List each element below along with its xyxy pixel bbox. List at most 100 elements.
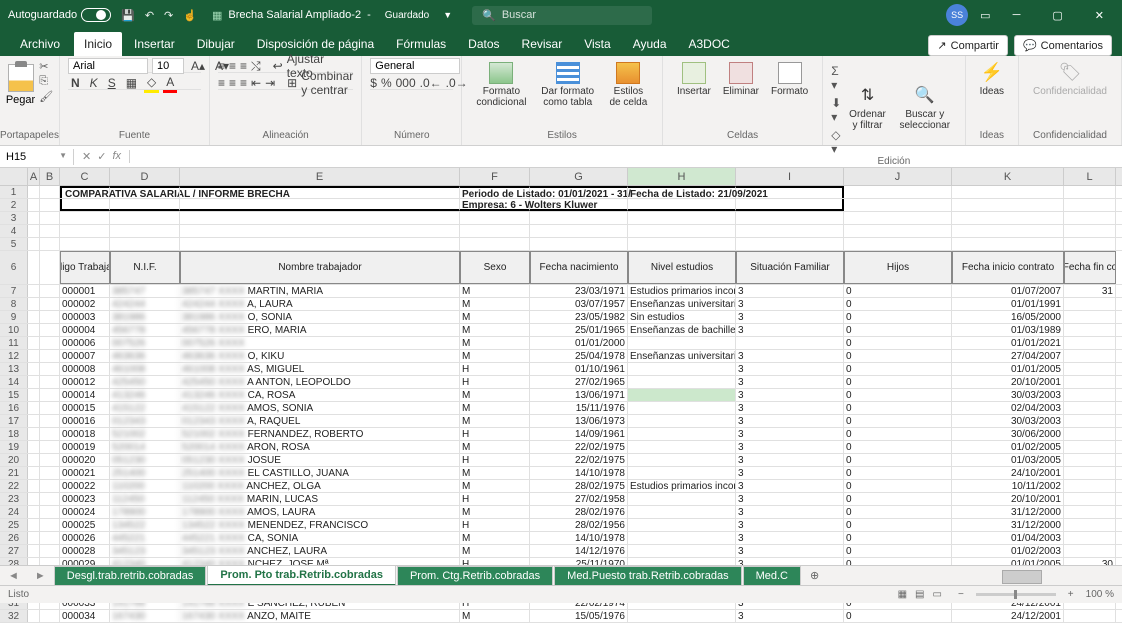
cell[interactable] [180, 199, 460, 211]
cell[interactable]: 0 [844, 337, 952, 349]
cell[interactable] [40, 506, 60, 518]
cell[interactable]: 000001 [60, 285, 110, 297]
spreadsheet-grid[interactable]: A B C D E F G H I J K L 1COMPARATIVA SAL… [0, 168, 1122, 623]
tab-help[interactable]: Ayuda [623, 32, 677, 56]
paste-button[interactable]: Pegar [6, 64, 35, 106]
col-H[interactable]: H [628, 168, 736, 185]
cell[interactable]: M [460, 402, 530, 414]
tab-draw[interactable]: Dibujar [187, 32, 245, 56]
comma-icon[interactable]: 000 [396, 76, 416, 90]
cell[interactable]: 3 [736, 506, 844, 518]
cell[interactable]: 02/04/2003 [952, 402, 1064, 414]
row-5[interactable]: 5 [0, 238, 1122, 251]
cell[interactable]: 413246 [110, 389, 180, 401]
sheet-nav-next[interactable]: ► [27, 570, 54, 582]
cell[interactable] [1064, 337, 1116, 349]
cell[interactable] [40, 298, 60, 310]
cell[interactable] [28, 467, 40, 479]
cell[interactable] [28, 532, 40, 544]
cell[interactable] [28, 402, 40, 414]
cell[interactable] [110, 186, 180, 198]
cell[interactable]: 01/04/2003 [952, 532, 1064, 544]
cell[interactable] [952, 199, 1064, 211]
row-15[interactable]: 15000014413246413246 XXXX CA, ROSAM13/06… [0, 389, 1122, 402]
cell[interactable]: 463636 XXXX O, KIKU [180, 350, 460, 362]
cell[interactable] [180, 212, 460, 224]
cell[interactable] [628, 389, 736, 401]
cell[interactable]: 134522 XXXX MENENDEZ, FRANCISCO [180, 519, 460, 531]
col-K[interactable]: K [952, 168, 1064, 185]
sheet-tab-2[interactable]: Prom. Pto trab.Retrib.cobradas [207, 565, 396, 586]
align-left-icon[interactable]: ≡ [218, 76, 225, 90]
cell[interactable] [1064, 389, 1116, 401]
cell[interactable] [628, 610, 736, 622]
enter-fx-icon[interactable]: ✓ [97, 150, 106, 163]
cell[interactable] [40, 467, 60, 479]
cell[interactable]: Situación Familiar [736, 251, 844, 284]
cell[interactable] [1064, 238, 1116, 250]
toggle-switch[interactable] [81, 8, 111, 22]
cell[interactable] [628, 238, 736, 250]
cell[interactable]: 3 [736, 402, 844, 414]
cell[interactable]: 413246 XXXX CA, ROSA [180, 389, 460, 401]
cell[interactable]: 134522 [110, 519, 180, 531]
cell[interactable]: 14/12/1976 [530, 545, 628, 557]
cell[interactable]: 0 [844, 389, 952, 401]
cell[interactable]: 28/02/1975 [530, 480, 628, 492]
cell[interactable] [40, 212, 60, 224]
cell[interactable]: 0 [844, 363, 952, 375]
cell[interactable] [180, 238, 460, 250]
cell[interactable]: 0 [844, 428, 952, 440]
align-middle-icon[interactable]: ≡ [229, 59, 236, 73]
cell[interactable] [40, 480, 60, 492]
row-26[interactable]: 26000026445221445221 XXXX CA, SONIAM14/1… [0, 532, 1122, 545]
cell[interactable]: 0 [844, 545, 952, 557]
cell[interactable] [736, 225, 844, 237]
cell[interactable]: 30/06/2000 [952, 428, 1064, 440]
cell[interactable]: 012343 [110, 415, 180, 427]
cell[interactable]: 000028 [60, 545, 110, 557]
cell[interactable]: 01/10/1961 [530, 363, 628, 375]
new-sheet-button[interactable]: ⊕ [802, 566, 827, 585]
cell[interactable] [40, 454, 60, 466]
cell[interactable]: 251400 [110, 467, 180, 479]
cell[interactable] [40, 493, 60, 505]
cell[interactable]: 20/10/2001 [952, 493, 1064, 505]
cell[interactable] [40, 519, 60, 531]
cell[interactable]: M [460, 350, 530, 362]
row-22[interactable]: 22000022110200110200 XXXX ANCHEZ, OLGAM2… [0, 480, 1122, 493]
cell[interactable] [40, 545, 60, 557]
zoom-in-icon[interactable]: + [1068, 589, 1074, 600]
cell[interactable]: Sexo [460, 251, 530, 284]
cell[interactable] [1064, 610, 1116, 622]
undo-icon[interactable]: ↶ [145, 9, 154, 22]
sheet-tab-3[interactable]: Prom. Ctg.Retrib.cobradas [397, 566, 553, 585]
cell[interactable] [28, 298, 40, 310]
cell[interactable] [40, 285, 60, 297]
cell[interactable] [110, 238, 180, 250]
cell[interactable]: 22/02/1975 [530, 454, 628, 466]
cell[interactable]: 445221 XXXX CA, SONIA [180, 532, 460, 544]
col-I[interactable]: I [736, 168, 844, 185]
cell[interactable] [628, 337, 736, 349]
cell[interactable]: M [460, 532, 530, 544]
cell[interactable] [28, 441, 40, 453]
cell[interactable] [110, 212, 180, 224]
cell[interactable]: 27/02/1958 [530, 493, 628, 505]
autosave-toggle[interactable]: Autoguardado [8, 8, 111, 22]
cell[interactable]: M [460, 337, 530, 349]
cell[interactable]: 000004 [60, 324, 110, 336]
cell[interactable]: 000007 [60, 350, 110, 362]
cell[interactable]: 425450 XXXX A ANTON, LEOPOLDO [180, 376, 460, 388]
row-20[interactable]: 20000020051230051230 XXXX JOSUEH22/02/19… [0, 454, 1122, 467]
cell[interactable]: M [460, 298, 530, 310]
cell[interactable]: COMPARATIVA SALARIAL / INFORME BRECHA [60, 186, 110, 198]
cell[interactable] [1064, 363, 1116, 375]
cell[interactable]: H [460, 519, 530, 531]
cell[interactable]: H [460, 454, 530, 466]
row-14[interactable]: 14000012425450425450 XXXX A ANTON, LEOPO… [0, 376, 1122, 389]
cell[interactable] [1064, 199, 1116, 211]
cell[interactable] [28, 519, 40, 531]
cell[interactable]: 110200 XXXX ANCHEZ, OLGA [180, 480, 460, 492]
tab-formulas[interactable]: Fórmulas [386, 32, 456, 56]
